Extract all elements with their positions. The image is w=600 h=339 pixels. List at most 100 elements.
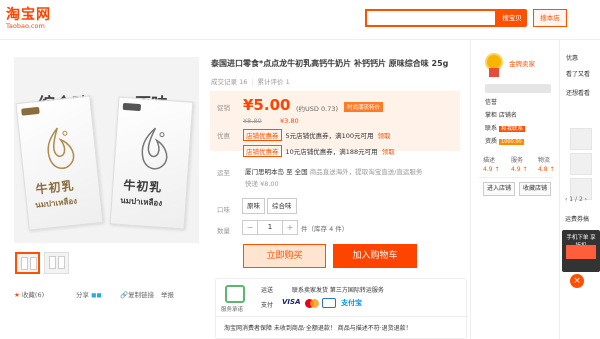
seller-qualification: 资质 1000.00 [485, 136, 524, 145]
usd-price: (约USD 0.73) [296, 105, 338, 113]
taste-option-combo[interactable]: 综合味 [267, 198, 297, 214]
thumbnail-pack-left [49, 256, 56, 269]
copy-link-label: 复制链接 [128, 291, 155, 299]
reviews-link[interactable]: 累计评价 1 [258, 78, 290, 86]
coupon-row-1: 店铺优惠券 5元店铺优惠券，满100元可用 领取 [243, 129, 391, 141]
thumbnail-pack-left [21, 257, 28, 270]
report-link[interactable]: 举报 [161, 289, 174, 299]
recommended-item[interactable] [570, 128, 592, 150]
rating-value-desc: 4.9 ↑ [483, 166, 500, 173]
seller-reputation: 信誉 [485, 99, 498, 106]
sidebar-item-deals[interactable]: 优惠 [566, 53, 578, 62]
milk-splash-icon [47, 127, 75, 170]
rating-head-logistics: 物流 [538, 157, 551, 164]
quantity-increment-button[interactable]: + [282, 220, 298, 235]
thumbnail-pack-right [30, 257, 37, 270]
seller-panel: 金牌卖家 信誉 掌柜 店铺名 联系 和我联系 资质 1000.00 描述 服务 物流… [470, 40, 560, 339]
contact-label: 联系 [485, 125, 498, 132]
stats-separator: | [251, 78, 254, 86]
coupon-row-2: 店铺优惠券 10元店铺优惠券，满188元可用 领取 [243, 145, 395, 157]
promo-ribbon: 时尚潮流特价 [344, 102, 384, 112]
search-store-button[interactable]: 搜本店 [533, 9, 567, 27]
top-bar: 淘宝网 Taobao.com 搜宝贝 搜本店 [0, 0, 600, 40]
search-button[interactable]: 搜宝贝 [497, 9, 527, 27]
favorite-shop-button[interactable]: 收藏店铺 [519, 182, 551, 196]
mobile-promo-banner[interactable]: 手机下单 享折扣 [562, 230, 600, 272]
close-icon[interactable]: × [570, 274, 584, 288]
visa-icon: VISA [282, 298, 301, 306]
ship-route[interactable]: 厦门思明本岛 至 全国 [245, 168, 308, 176]
share-label: 分享 [76, 291, 89, 299]
original-price: ¥8.80 [243, 117, 262, 125]
product-thumbnail[interactable] [44, 252, 69, 274]
product-main-image[interactable]: 综合味 原味 牛初乳 นมปาเหลือง 牛初乳 นมปาเหลือง [14, 57, 199, 243]
enter-shop-button[interactable]: 进入店铺 [483, 182, 515, 196]
sidebar-item-viewed[interactable]: 看了又看 [566, 69, 590, 78]
favorite-link[interactable]: ★ 收藏(6) [14, 289, 44, 299]
divider [216, 316, 468, 317]
product-pack-original: 牛初乳 นมปาเหลือง [109, 96, 194, 230]
sidebar-item-more[interactable]: 还想看看 [566, 88, 590, 97]
quantity-input[interactable]: 1 [258, 220, 282, 235]
shop-name[interactable] [485, 84, 551, 93]
recommend-pager[interactable]: ‹ 1 / 2 › [565, 196, 587, 203]
shipping-destination: 厦门思明本岛 至 全国 商品直送海外，提取淘宝直送/直运服务 [245, 166, 422, 176]
ship-extra: 商品直送海外，提取淘宝直送/直运服务 [309, 168, 423, 176]
product-thumbnail[interactable] [15, 252, 40, 274]
quantity-decrement-button[interactable]: − [242, 220, 258, 235]
rating-value-logistics: 4.8 ↑ [538, 166, 555, 173]
promo-image [566, 245, 596, 259]
buy-now-button[interactable]: 立即购买 [243, 244, 326, 268]
assurance-caption: 服务承诺 [221, 307, 244, 313]
search-input[interactable] [365, 9, 497, 27]
get-coupon-link[interactable]: 领取 [378, 132, 391, 140]
shipping-coupon-link[interactable]: 运费券搞 [565, 214, 589, 223]
pack-thai-text: นมปาเหลือง [120, 195, 163, 208]
shield-check-icon [225, 285, 245, 303]
price-box: 促销 ¥5.00 (约USD 0.73) 时尚潮流特价 ¥8.80 ¥3.80 [210, 91, 460, 151]
promo-label: 促销 [217, 104, 230, 112]
coupon-tag: 店铺优惠券 [243, 129, 282, 141]
stock-info: 件（库存 4 件） [301, 225, 349, 233]
link-icon: 🔗 [120, 291, 129, 299]
add-to-cart-button[interactable]: 加入购物车 [333, 244, 417, 268]
gallery-actions: ★ 收藏(6) 分享 ◼◼ 🔗复制链接 举报 [14, 289, 214, 301]
coupon-text: 5元店铺优惠券，满100元可用 [285, 132, 374, 140]
consumer-protection: 淘宝网消费者保障 未收到商品·全额退款！ 商品与描述不符·退货退款！ [224, 325, 412, 332]
coupon-tag: 店铺优惠券 [243, 145, 282, 157]
contact-seller: 联系 和我联系 [485, 123, 526, 132]
delivery-service: 联系卖家发货 第三方国际转运服务 [292, 287, 384, 294]
product-title: 泰国进口零食*点点龙牛初乳高钙牛奶片 补钙钙片 原味综合味 25g [211, 59, 449, 68]
brand-logo-icon [122, 102, 142, 112]
coupon-text: 10元店铺优惠券，满188元可用 [285, 148, 378, 156]
recommended-item[interactable] [570, 153, 592, 175]
mobile-price: ¥3.80 [280, 117, 299, 125]
copy-link-button[interactable]: 🔗复制链接 [120, 289, 154, 299]
payment-label: 支付 [261, 302, 274, 309]
gold-seller-badge: 金牌卖家 [509, 60, 535, 68]
alipay-icon: 支付宝 [341, 299, 362, 307]
coupon-label: 优惠 [217, 132, 230, 140]
deposit-badge: 1000.00 [499, 139, 524, 145]
qualification-label: 资质 [485, 138, 498, 145]
taste-option-original[interactable]: 原味 [242, 198, 265, 214]
shipping-label: 运至 [217, 169, 230, 177]
taste-label: 口味 [217, 206, 230, 214]
mastercard-icon [305, 299, 319, 308]
pack-chinese-text: 牛初乳 [122, 178, 163, 195]
taobao-logo[interactable]: 淘宝网 [6, 4, 51, 24]
product-stats: 成交记录 16 | 累计评价 1 [211, 76, 290, 86]
rating-head-desc: 描述 [483, 157, 496, 164]
get-coupon-link[interactable]: 领取 [382, 148, 395, 156]
service-assurance: 服务承诺 运送 联系卖家发货 第三方国际转运服务 支付 VISA 支付宝 淘宝网… [215, 278, 468, 339]
star-icon: ★ [14, 291, 20, 299]
promo-price: ¥5.00 [243, 96, 291, 114]
delivery-label: 运送 [261, 287, 274, 294]
rating-value-service: 4.9 ↑ [511, 166, 528, 173]
divider [479, 177, 553, 178]
share-link[interactable]: 分享 ◼◼ [76, 289, 102, 299]
mastercard-circle-orange [310, 299, 319, 308]
sales-record-link[interactable]: 成交记录 16 [211, 78, 247, 86]
milk-splash-icon [141, 127, 168, 170]
contact-seller-button[interactable]: 和我联系 [499, 126, 526, 132]
